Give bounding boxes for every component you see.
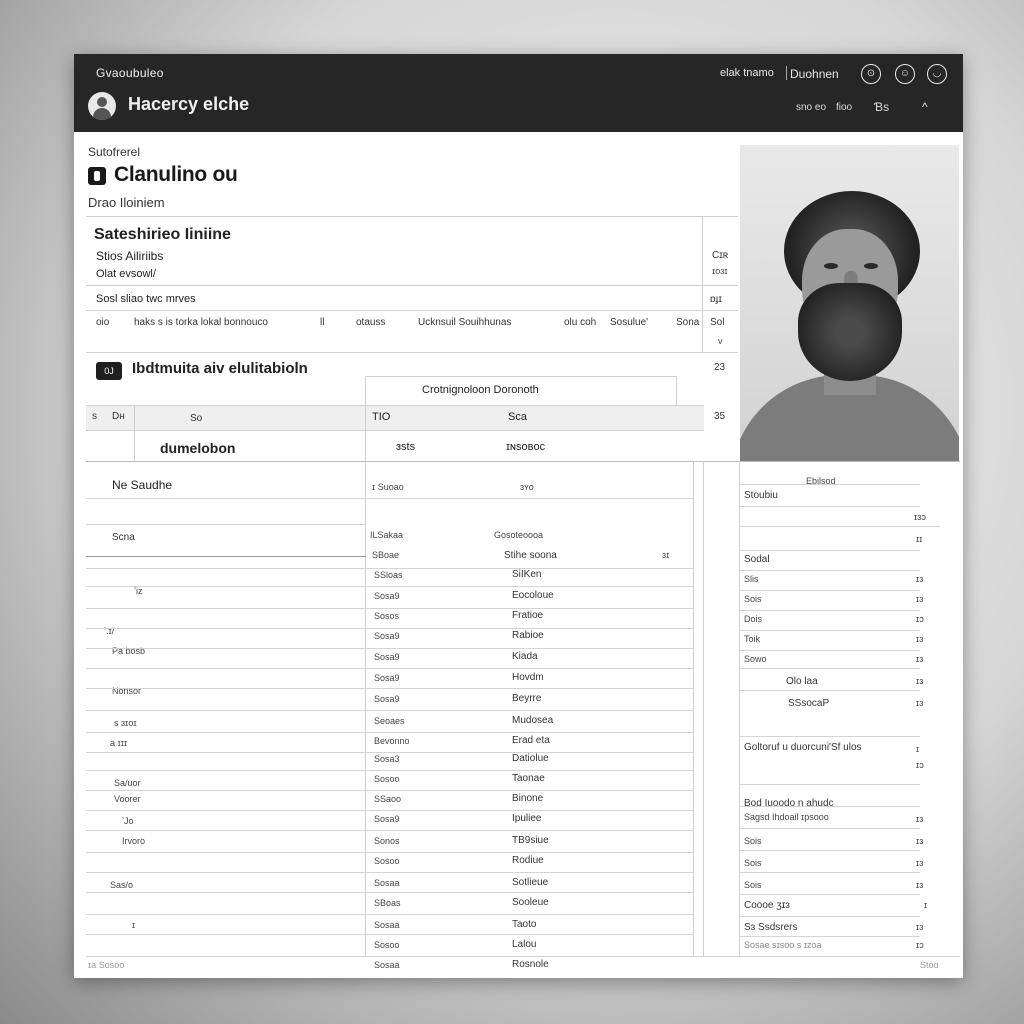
right-panel-sub: Stoubiu [744, 490, 778, 501]
breadcrumb[interactable]: Sutofrerel [88, 145, 140, 159]
notification-icon[interactable]: ◡ [927, 64, 947, 84]
summary-side-2: ɪoɜɪ [712, 266, 728, 276]
summary-side-3: ɒɟɪ [710, 294, 722, 305]
summary-heading: Sateshirieo Iiniine [94, 226, 231, 243]
header-sub-3[interactable]: Ɓs [874, 100, 889, 114]
col1-header: ɪ Suoao [372, 482, 404, 492]
table-left-header: Ne Saudhe [112, 478, 173, 492]
section-count: 23 [714, 362, 726, 373]
right-panel-footer: Stoɑ [920, 960, 939, 970]
header-link-left[interactable]: elak tnamo [720, 67, 774, 79]
header-sub-2[interactable]: fioo [836, 102, 852, 113]
chevron-up-icon[interactable]: ^ [922, 100, 928, 114]
page-subtitle: Drao Iloiniem [88, 195, 165, 210]
profile-icon[interactable]: ⊙ [861, 64, 881, 84]
footer-left: ɪa Sosoo [88, 960, 125, 970]
header-title: Hacercy elche [128, 94, 250, 114]
header-link-right[interactable]: Duohnen [790, 67, 839, 81]
summary-side-1: Cɪʀ [712, 250, 729, 261]
profile-photo [740, 145, 959, 461]
user-logo-icon[interactable] [88, 92, 116, 120]
app-window: Gvaoubuleo Hacercy elche elak tnamo Duoh… [74, 54, 963, 978]
section-label: dumelobon [160, 440, 236, 456]
col2-header: ɜʏo [520, 482, 534, 492]
section-title: Ibdtmuita aiv elulitabioln [132, 360, 308, 377]
document-icon [88, 167, 106, 185]
page-title: Clanulino ou [114, 163, 238, 186]
app-header: Gvaoubuleo Hacercy elche elak tnamo Duoh… [74, 54, 963, 132]
header-divider [786, 66, 787, 80]
smile-icon[interactable]: ☺ [895, 64, 915, 84]
summary-line-1: Stios Ailiriibs [96, 249, 164, 263]
chevron-down-icon[interactable]: v [718, 336, 723, 346]
summary-line-3: Sosl sliao twc mrves [96, 293, 196, 305]
section-badge: 0J [96, 362, 122, 380]
summary-line-2: Olat evsowl/ [96, 268, 156, 280]
app-name: Gvaoubuleo [96, 66, 164, 80]
header-sub-1[interactable]: sno eo [796, 102, 826, 113]
section-gray-bar [86, 405, 704, 431]
subtable-heading: Crotnignoloon Doronoth [422, 384, 539, 396]
